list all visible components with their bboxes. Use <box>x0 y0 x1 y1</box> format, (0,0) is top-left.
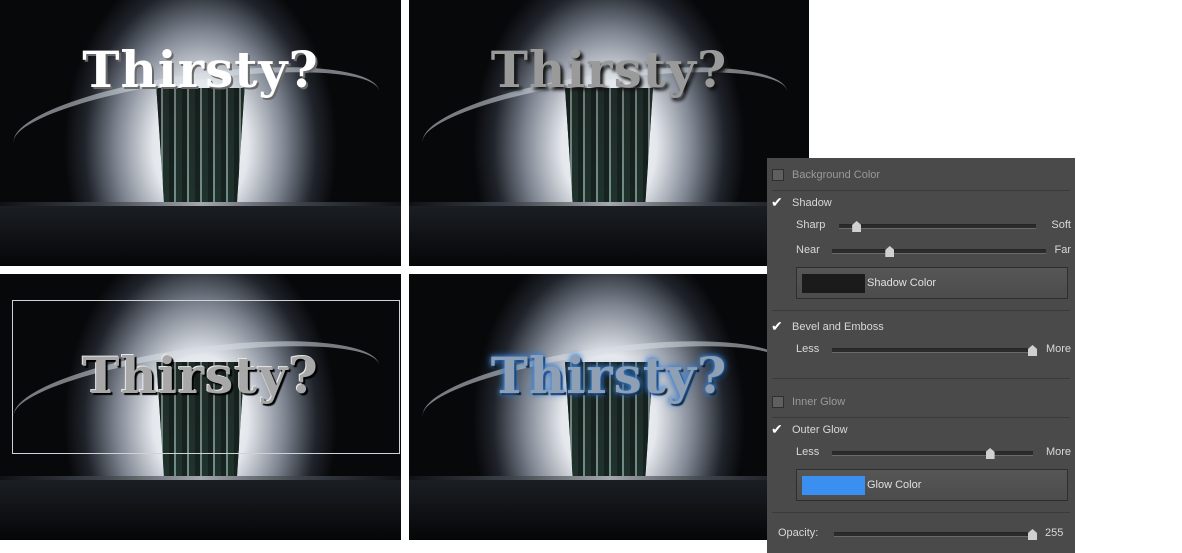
shadow-checkbox[interactable]: ✔ <box>771 194 784 210</box>
bevel-amount-thumb[interactable] <box>1028 345 1037 356</box>
opacity-value: 255 <box>1045 527 1064 539</box>
shadow-sharpness-thumb[interactable] <box>852 221 862 232</box>
glow-color-swatch <box>802 476 865 495</box>
background-color-label: Background Color <box>792 169 881 181</box>
background-color-checkbox[interactable] <box>772 169 784 181</box>
divider <box>772 512 1070 513</box>
divider <box>772 417 1070 418</box>
outer-glow-amount-thumb[interactable] <box>985 448 995 459</box>
glow-color-button[interactable]: Glow Color <box>796 469 1068 501</box>
check-icon: ✔ <box>771 318 783 334</box>
shadow-sharpness-slider[interactable] <box>839 221 1036 232</box>
preview-plain: Thirsty? <box>0 0 401 266</box>
outer-glow-min-label: Less <box>796 446 820 458</box>
glow-color-label: Glow Color <box>867 479 922 491</box>
inner-glow-label: Inner Glow <box>792 396 846 408</box>
divider <box>772 190 1070 191</box>
preview-outer-glow: Thirsty? <box>409 274 809 540</box>
inner-glow-checkbox[interactable] <box>772 396 784 408</box>
shadow-color-swatch <box>802 274 865 293</box>
sharpness-min-label: Sharp <box>796 219 826 231</box>
bevel-amount-slider[interactable] <box>832 345 1037 356</box>
bevel-checkbox[interactable]: ✔ <box>771 318 784 334</box>
divider <box>772 310 1070 311</box>
bevel-max-label: More <box>1045 343 1071 355</box>
shadow-label: Shadow <box>792 197 832 209</box>
bevel-label: Bevel and Emboss <box>792 321 884 333</box>
shadow-distance-slider[interactable] <box>832 246 1046 257</box>
table-surface <box>409 202 809 266</box>
opacity-slider[interactable] <box>834 529 1037 540</box>
shadow-color-label: Shadow Color <box>867 277 937 289</box>
table-surface <box>409 476 809 540</box>
outer-glow-label: Outer Glow <box>792 424 848 436</box>
preview-shadow: Thirsty? <box>409 0 809 266</box>
table-surface <box>0 202 401 266</box>
shadow-color-button[interactable]: Shadow Color <box>796 267 1068 299</box>
distance-max-label: Far <box>1054 244 1072 256</box>
shadow-distance-thumb[interactable] <box>885 246 895 257</box>
opacity-label: Opacity: <box>778 527 819 539</box>
outer-glow-checkbox[interactable]: ✔ <box>771 421 784 437</box>
text-effects-panel: Background Color ✔ Shadow Sharp Soft Nea… <box>767 158 1075 553</box>
text-selection-box[interactable] <box>12 300 400 454</box>
opacity-thumb[interactable] <box>1028 529 1037 540</box>
sharpness-max-label: Soft <box>1051 219 1071 231</box>
table-surface <box>0 476 401 540</box>
preview-bevel[interactable]: Thirsty? <box>0 274 401 540</box>
check-icon: ✔ <box>771 194 783 210</box>
divider <box>772 378 1070 379</box>
preview-title-text: Thirsty? <box>490 40 728 99</box>
check-icon: ✔ <box>771 421 783 437</box>
preview-title-text: Thirsty? <box>82 40 319 99</box>
outer-glow-amount-slider[interactable] <box>832 448 1033 459</box>
bevel-min-label: Less <box>796 343 820 355</box>
distance-min-label: Near <box>796 244 820 256</box>
preview-title-text: Thirsty? <box>490 346 728 405</box>
outer-glow-max-label: More <box>1045 446 1071 458</box>
